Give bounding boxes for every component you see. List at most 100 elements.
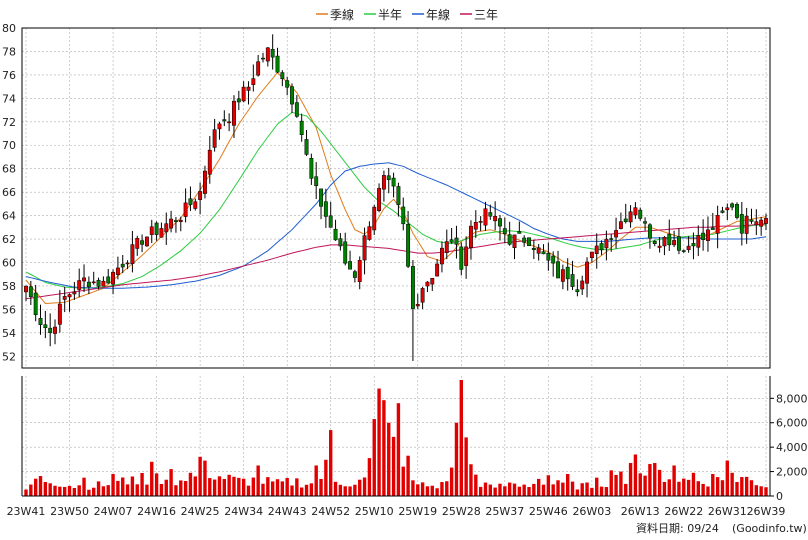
volume-bar (725, 460, 729, 496)
volume-bar (24, 489, 28, 496)
price-tick-label: 56 (2, 303, 16, 316)
volume-bar (333, 481, 338, 496)
candle-body (82, 277, 86, 282)
volume-bar (256, 465, 260, 496)
legend-label: 年線 (426, 7, 450, 22)
candle-body (67, 294, 72, 298)
volume-bar (367, 458, 372, 496)
candle-body (352, 271, 357, 278)
volume-bar (740, 477, 744, 496)
candle-body (614, 230, 619, 238)
volume-bar (212, 479, 217, 496)
volume-bar (38, 476, 43, 496)
volume-bar (358, 479, 362, 496)
volume-bar (145, 484, 149, 496)
volume-bar (348, 486, 352, 496)
candle-body (48, 327, 53, 333)
volume-bar (430, 485, 434, 496)
candle-body (343, 241, 348, 264)
volume-bar (469, 464, 473, 496)
volume-bar (720, 480, 725, 496)
candle-body (164, 223, 169, 233)
candle-body (33, 292, 38, 316)
candle-body (367, 226, 372, 240)
candle-body (410, 266, 415, 309)
price-tick-label: 78 (2, 45, 16, 58)
candle-body (135, 238, 140, 249)
candle-body (672, 240, 677, 246)
volume-bar (241, 478, 246, 496)
volume-bar (82, 477, 86, 496)
volume-bar (498, 483, 502, 496)
candle-body (696, 235, 701, 248)
candle-body (24, 285, 28, 293)
candle-body (498, 218, 502, 227)
volume-bar (648, 464, 652, 496)
volume-bar (121, 477, 125, 496)
volume-bar (387, 422, 391, 496)
volume-bar (290, 485, 294, 496)
volume-bar (101, 486, 106, 496)
candle-body (111, 271, 116, 285)
volume-bar (396, 403, 401, 496)
volume-bar (546, 475, 551, 496)
volume-bar (585, 482, 589, 496)
candle-body (57, 303, 62, 325)
x-tick-label: 25W46 (529, 505, 568, 518)
price-tick-label: 68 (2, 163, 16, 176)
volume-bar (566, 474, 570, 496)
volume-bar (416, 484, 420, 496)
volume-bar (246, 485, 251, 496)
candle-body (144, 236, 149, 247)
candle-body (715, 215, 720, 234)
candle-body (261, 57, 265, 60)
volume-bar (343, 486, 347, 496)
x-tick-label: 23W50 (50, 505, 89, 518)
candle-body (469, 225, 473, 248)
candle-body (604, 238, 609, 249)
volume-bar (208, 478, 212, 496)
candle-body (169, 218, 174, 229)
candle-body (241, 86, 246, 102)
candle-body (628, 211, 633, 223)
candle-body (222, 119, 227, 122)
volume-bar (488, 484, 493, 496)
candle-body (527, 237, 531, 246)
volume-bar (706, 486, 710, 496)
candle-body (507, 234, 512, 245)
volume-bar (362, 477, 367, 496)
volume-bar (174, 485, 178, 496)
volume-bar (517, 486, 522, 496)
price-tick-label: 76 (2, 69, 16, 82)
candle-body (357, 260, 362, 282)
volume-bar (735, 481, 739, 496)
candle-body (594, 245, 599, 254)
volume-bar (449, 467, 454, 496)
volume-tick-label: 2,000 (776, 466, 808, 479)
candle-body (744, 215, 749, 234)
candle-body (556, 261, 560, 279)
volume-bar (391, 436, 396, 496)
price-tick-label: 60 (2, 256, 16, 269)
candle-body (618, 221, 623, 229)
volume-bar (691, 472, 696, 496)
candle-body (246, 86, 251, 91)
candle-body (754, 221, 759, 226)
volume-bar (309, 483, 314, 496)
volume-bar (304, 484, 309, 496)
volume-bar (425, 486, 430, 496)
price-tick-label: 66 (2, 186, 16, 199)
volume-bar (522, 484, 526, 496)
candle-body (633, 207, 638, 216)
candle-body (188, 198, 193, 205)
candle-body (493, 215, 498, 222)
volume-bar (92, 487, 96, 496)
candle-body (759, 219, 764, 227)
candle-body (338, 238, 343, 247)
volume-bar (570, 481, 575, 496)
x-tick-label: 26W31 (708, 505, 747, 518)
candle-body (77, 280, 82, 290)
x-tick-label: 24W25 (181, 505, 220, 518)
volume-bar (580, 483, 584, 496)
candle-body (348, 261, 352, 270)
